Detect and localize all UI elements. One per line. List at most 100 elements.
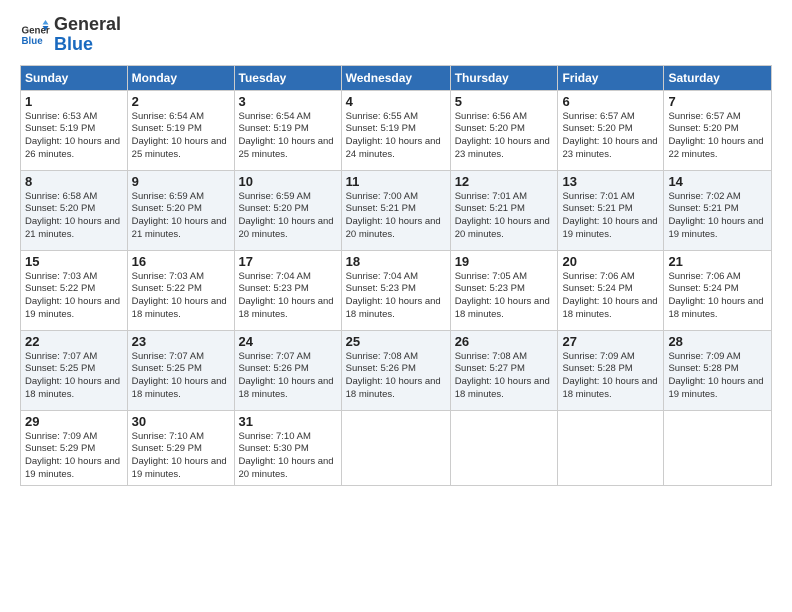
calendar-cell: 3 Sunrise: 6:54 AMSunset: 5:19 PMDayligh…	[234, 90, 341, 170]
day-detail: Sunrise: 7:07 AMSunset: 5:25 PMDaylight:…	[132, 351, 227, 400]
day-detail: Sunrise: 6:59 AMSunset: 5:20 PMDaylight:…	[132, 191, 227, 240]
day-number: 9	[132, 174, 230, 189]
day-detail: Sunrise: 7:10 AMSunset: 5:29 PMDaylight:…	[132, 431, 227, 480]
day-detail: Sunrise: 6:54 AMSunset: 5:19 PMDaylight:…	[132, 111, 227, 160]
day-number: 14	[668, 174, 767, 189]
day-number: 11	[346, 174, 446, 189]
calendar-cell: 30 Sunrise: 7:10 AMSunset: 5:29 PMDaylig…	[127, 410, 234, 485]
calendar-header-row: SundayMondayTuesdayWednesdayThursdayFrid…	[21, 65, 772, 90]
weekday-header-thursday: Thursday	[450, 65, 558, 90]
calendar-page: General Blue General Blue SundayMondayTu…	[0, 0, 792, 612]
calendar-table: SundayMondayTuesdayWednesdayThursdayFrid…	[20, 65, 772, 486]
day-detail: Sunrise: 7:07 AMSunset: 5:26 PMDaylight:…	[239, 351, 334, 400]
day-number: 12	[455, 174, 554, 189]
logo-text-general: General	[54, 15, 121, 35]
day-detail: Sunrise: 6:58 AMSunset: 5:20 PMDaylight:…	[25, 191, 120, 240]
calendar-cell: 12 Sunrise: 7:01 AMSunset: 5:21 PMDaylig…	[450, 170, 558, 250]
svg-text:Blue: Blue	[22, 36, 44, 47]
day-detail: Sunrise: 7:08 AMSunset: 5:27 PMDaylight:…	[455, 351, 550, 400]
weekday-header-monday: Monday	[127, 65, 234, 90]
weekday-header-saturday: Saturday	[664, 65, 772, 90]
calendar-cell: 26 Sunrise: 7:08 AMSunset: 5:27 PMDaylig…	[450, 330, 558, 410]
day-detail: Sunrise: 6:54 AMSunset: 5:19 PMDaylight:…	[239, 111, 334, 160]
calendar-cell: 2 Sunrise: 6:54 AMSunset: 5:19 PMDayligh…	[127, 90, 234, 170]
day-number: 20	[562, 254, 659, 269]
day-number: 7	[668, 94, 767, 109]
day-detail: Sunrise: 7:09 AMSunset: 5:29 PMDaylight:…	[25, 431, 120, 480]
calendar-cell: 22 Sunrise: 7:07 AMSunset: 5:25 PMDaylig…	[21, 330, 128, 410]
calendar-cell: 28 Sunrise: 7:09 AMSunset: 5:28 PMDaylig…	[664, 330, 772, 410]
day-detail: Sunrise: 7:00 AMSunset: 5:21 PMDaylight:…	[346, 191, 441, 240]
calendar-cell: 19 Sunrise: 7:05 AMSunset: 5:23 PMDaylig…	[450, 250, 558, 330]
calendar-cell: 1 Sunrise: 6:53 AMSunset: 5:19 PMDayligh…	[21, 90, 128, 170]
calendar-cell: 13 Sunrise: 7:01 AMSunset: 5:21 PMDaylig…	[558, 170, 664, 250]
calendar-week-2: 8 Sunrise: 6:58 AMSunset: 5:20 PMDayligh…	[21, 170, 772, 250]
calendar-cell: 8 Sunrise: 6:58 AMSunset: 5:20 PMDayligh…	[21, 170, 128, 250]
day-detail: Sunrise: 7:02 AMSunset: 5:21 PMDaylight:…	[668, 191, 763, 240]
day-number: 4	[346, 94, 446, 109]
day-detail: Sunrise: 7:03 AMSunset: 5:22 PMDaylight:…	[132, 271, 227, 320]
weekday-header-friday: Friday	[558, 65, 664, 90]
day-detail: Sunrise: 7:06 AMSunset: 5:24 PMDaylight:…	[668, 271, 763, 320]
calendar-cell: 23 Sunrise: 7:07 AMSunset: 5:25 PMDaylig…	[127, 330, 234, 410]
calendar-cell: 9 Sunrise: 6:59 AMSunset: 5:20 PMDayligh…	[127, 170, 234, 250]
calendar-cell: 17 Sunrise: 7:04 AMSunset: 5:23 PMDaylig…	[234, 250, 341, 330]
weekday-header-wednesday: Wednesday	[341, 65, 450, 90]
weekday-header-tuesday: Tuesday	[234, 65, 341, 90]
day-detail: Sunrise: 6:57 AMSunset: 5:20 PMDaylight:…	[668, 111, 763, 160]
day-number: 18	[346, 254, 446, 269]
day-number: 5	[455, 94, 554, 109]
calendar-cell: 21 Sunrise: 7:06 AMSunset: 5:24 PMDaylig…	[664, 250, 772, 330]
calendar-cell: 10 Sunrise: 6:59 AMSunset: 5:20 PMDaylig…	[234, 170, 341, 250]
calendar-week-5: 29 Sunrise: 7:09 AMSunset: 5:29 PMDaylig…	[21, 410, 772, 485]
calendar-cell: 27 Sunrise: 7:09 AMSunset: 5:28 PMDaylig…	[558, 330, 664, 410]
day-number: 27	[562, 334, 659, 349]
day-number: 16	[132, 254, 230, 269]
day-number: 19	[455, 254, 554, 269]
day-detail: Sunrise: 7:09 AMSunset: 5:28 PMDaylight:…	[668, 351, 763, 400]
day-number: 31	[239, 414, 337, 429]
day-number: 26	[455, 334, 554, 349]
day-detail: Sunrise: 7:07 AMSunset: 5:25 PMDaylight:…	[25, 351, 120, 400]
page-header: General Blue General Blue	[20, 15, 772, 55]
calendar-week-3: 15 Sunrise: 7:03 AMSunset: 5:22 PMDaylig…	[21, 250, 772, 330]
day-detail: Sunrise: 7:03 AMSunset: 5:22 PMDaylight:…	[25, 271, 120, 320]
day-detail: Sunrise: 7:08 AMSunset: 5:26 PMDaylight:…	[346, 351, 441, 400]
day-number: 6	[562, 94, 659, 109]
day-number: 17	[239, 254, 337, 269]
day-detail: Sunrise: 7:01 AMSunset: 5:21 PMDaylight:…	[562, 191, 657, 240]
day-number: 10	[239, 174, 337, 189]
calendar-cell: 7 Sunrise: 6:57 AMSunset: 5:20 PMDayligh…	[664, 90, 772, 170]
calendar-week-1: 1 Sunrise: 6:53 AMSunset: 5:19 PMDayligh…	[21, 90, 772, 170]
day-detail: Sunrise: 7:04 AMSunset: 5:23 PMDaylight:…	[239, 271, 334, 320]
day-number: 15	[25, 254, 123, 269]
day-number: 28	[668, 334, 767, 349]
calendar-cell: 14 Sunrise: 7:02 AMSunset: 5:21 PMDaylig…	[664, 170, 772, 250]
day-number: 23	[132, 334, 230, 349]
day-number: 24	[239, 334, 337, 349]
day-number: 8	[25, 174, 123, 189]
calendar-cell: 6 Sunrise: 6:57 AMSunset: 5:20 PMDayligh…	[558, 90, 664, 170]
day-detail: Sunrise: 6:59 AMSunset: 5:20 PMDaylight:…	[239, 191, 334, 240]
logo-icon: General Blue	[20, 20, 50, 50]
logo-text-blue: Blue	[54, 35, 121, 55]
day-detail: Sunrise: 7:04 AMSunset: 5:23 PMDaylight:…	[346, 271, 441, 320]
calendar-cell: 31 Sunrise: 7:10 AMSunset: 5:30 PMDaylig…	[234, 410, 341, 485]
day-number: 29	[25, 414, 123, 429]
calendar-cell	[450, 410, 558, 485]
calendar-cell: 5 Sunrise: 6:56 AMSunset: 5:20 PMDayligh…	[450, 90, 558, 170]
calendar-cell: 4 Sunrise: 6:55 AMSunset: 5:19 PMDayligh…	[341, 90, 450, 170]
day-number: 13	[562, 174, 659, 189]
calendar-cell: 25 Sunrise: 7:08 AMSunset: 5:26 PMDaylig…	[341, 330, 450, 410]
calendar-cell: 20 Sunrise: 7:06 AMSunset: 5:24 PMDaylig…	[558, 250, 664, 330]
calendar-cell: 18 Sunrise: 7:04 AMSunset: 5:23 PMDaylig…	[341, 250, 450, 330]
weekday-header-sunday: Sunday	[21, 65, 128, 90]
day-number: 25	[346, 334, 446, 349]
day-detail: Sunrise: 6:56 AMSunset: 5:20 PMDaylight:…	[455, 111, 550, 160]
calendar-cell: 29 Sunrise: 7:09 AMSunset: 5:29 PMDaylig…	[21, 410, 128, 485]
day-number: 22	[25, 334, 123, 349]
calendar-cell: 16 Sunrise: 7:03 AMSunset: 5:22 PMDaylig…	[127, 250, 234, 330]
calendar-cell	[558, 410, 664, 485]
day-number: 30	[132, 414, 230, 429]
calendar-cell	[341, 410, 450, 485]
